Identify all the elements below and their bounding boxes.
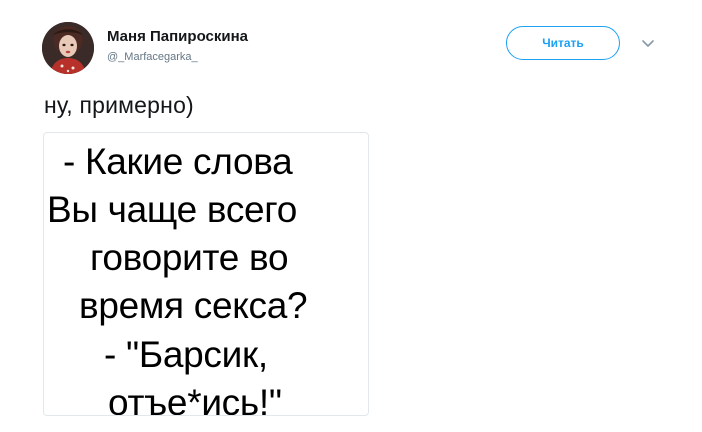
chevron-down-icon[interactable]	[640, 37, 656, 49]
tweet-image[interactable]: - Какие слова Вы чаще всего говорите во …	[43, 132, 369, 416]
tweet-card: Маня Папироскина @_Marfacegarka_ Читать …	[0, 0, 702, 432]
image-text-line: - Какие слова	[63, 141, 293, 182]
image-text-line: Вы чаще всего	[47, 189, 297, 230]
author-display-name[interactable]: Маня Папироскина	[107, 28, 248, 45]
tweet-text: ну, примерно)	[44, 92, 194, 118]
follow-button[interactable]: Читать	[506, 26, 620, 60]
image-text-line: время секса?	[79, 285, 308, 326]
author-username[interactable]: @_Marfacegarka_	[107, 51, 198, 63]
image-text-line: говорите во	[90, 237, 289, 278]
avatar-photo	[42, 22, 94, 74]
image-text-line: отъе*ись!"	[108, 382, 282, 416]
avatar[interactable]	[42, 22, 94, 74]
image-text-line: - "Барсик,	[104, 334, 268, 375]
